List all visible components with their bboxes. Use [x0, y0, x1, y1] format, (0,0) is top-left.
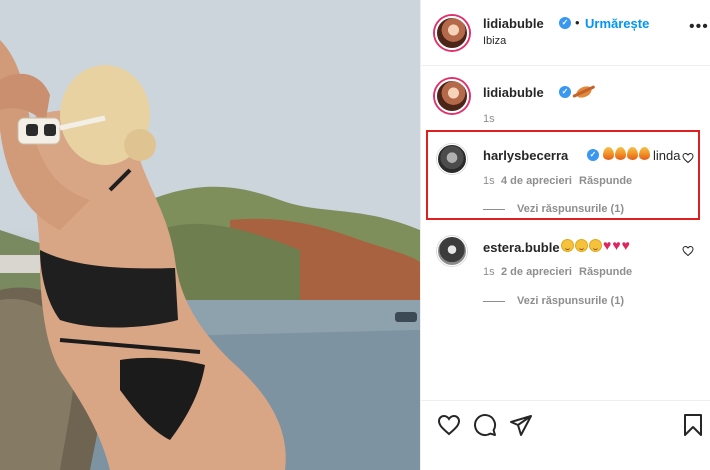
post-image	[0, 0, 420, 470]
red-heart-emoji-icon: ♥	[612, 237, 621, 253]
comment-highlight-box	[426, 130, 700, 220]
replies-divider-line	[483, 301, 505, 302]
post-action-bar	[421, 400, 710, 470]
verified-badge-icon: ✓	[559, 17, 571, 29]
more-horizontal-icon[interactable]: •••	[689, 18, 709, 36]
view-replies-button[interactable]: Vezi răspunsurile (1)	[517, 295, 624, 307]
smile-emoji-icon	[589, 239, 602, 252]
caption-author-avatar[interactable]	[435, 79, 469, 113]
bookmark-icon[interactable]	[683, 413, 703, 437]
red-heart-emoji-icon: ♥	[621, 237, 630, 253]
post-side-panel: lidiabuble ✓ • Urmărește Ibiza ••• lidia…	[420, 0, 710, 470]
planet-emoji-icon	[574, 84, 594, 100]
comment-likes-count[interactable]: 2 de aprecieri	[501, 266, 572, 278]
send-icon[interactable]	[509, 413, 533, 437]
smile-emoji-icon	[561, 239, 574, 252]
caption-author-username[interactable]: lidiabuble	[483, 85, 544, 100]
separator-dot: •	[575, 15, 580, 30]
author-username[interactable]: lidiabuble	[483, 16, 544, 31]
red-heart-emoji-icon: ♥	[603, 237, 612, 253]
comment-avatar-estera-buble[interactable]	[437, 236, 467, 266]
comment-username[interactable]: estera.buble	[483, 240, 560, 255]
comment-icon[interactable]	[473, 413, 497, 437]
author-avatar[interactable]	[435, 16, 469, 50]
caption-time[interactable]: 1s	[483, 113, 495, 125]
heart-icon[interactable]	[437, 413, 461, 437]
post-photo[interactable]	[0, 0, 420, 470]
comment-emojis: ♥ ♥ ♥	[561, 237, 630, 253]
post-header: lidiabuble ✓ • Urmărește Ibiza •••	[421, 0, 710, 66]
comment-time[interactable]: 1s	[483, 266, 495, 278]
follow-button[interactable]: Urmărește	[585, 16, 649, 31]
comment-like-heart-icon[interactable]	[682, 245, 694, 257]
reply-button[interactable]: Răspunde	[579, 266, 632, 278]
post-location[interactable]: Ibiza	[483, 35, 506, 47]
verified-badge-icon: ✓	[559, 86, 571, 98]
smile-emoji-icon	[575, 239, 588, 252]
